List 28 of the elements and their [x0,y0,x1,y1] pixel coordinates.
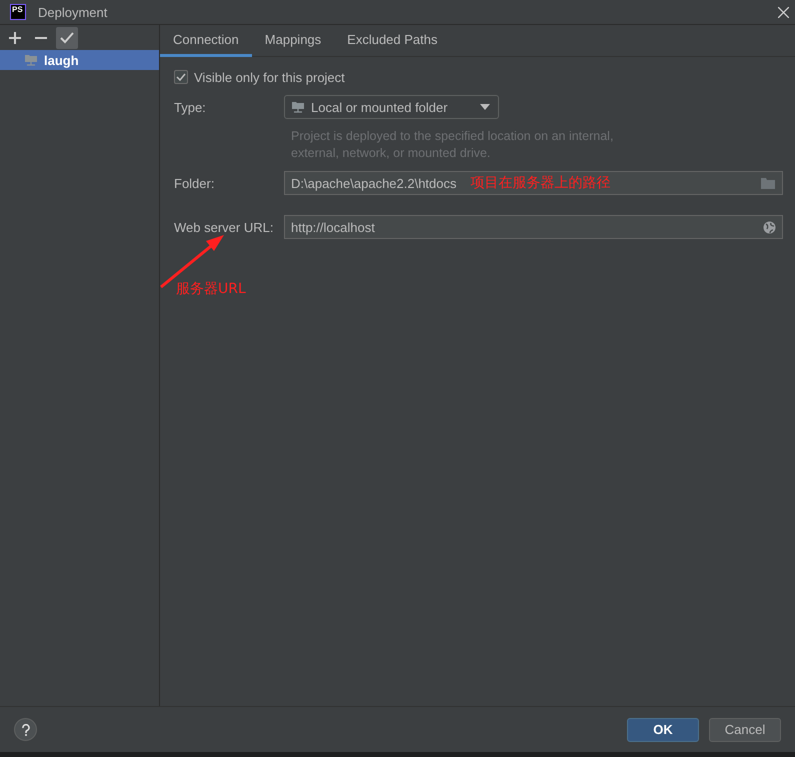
help-button[interactable] [14,718,37,741]
tree-item[interactable]: laugh [0,50,159,70]
add-icon [9,32,21,44]
app-logo: PS [10,4,26,20]
tab[interactable]: Mappings [252,25,334,57]
network-folder-icon [24,53,38,67]
type-dropdown[interactable]: Local or mounted folder [284,95,499,119]
annotation-text: 服务器URL [176,280,246,298]
field-label: Web server URL: [174,220,274,234]
cancel-button[interactable]: Cancel [709,718,781,742]
checkbox[interactable] [174,70,188,84]
help-icon [22,724,30,736]
field-label: Folder: [174,176,216,190]
ok-button[interactable]: OK [627,718,699,742]
folder-field[interactable]: D:\apache\apache2.2\htdocs 项目在服务器上的路径 [284,171,783,195]
check-button[interactable] [56,26,78,48]
caret-icon [480,104,490,110]
field-label: Type: [174,100,207,114]
check-icon [60,32,74,44]
window-title: Deployment [38,4,108,20]
globe-icon [763,220,776,234]
url-field[interactable]: http://localhost [284,215,783,239]
tab[interactable]: Connection [160,25,252,57]
network-folder-icon [291,100,305,114]
checkbox-label: Visible only for this project [194,70,345,84]
annotation-text: 项目在服务器上的路径 [470,174,611,192]
close-icon[interactable] [778,6,789,18]
tab[interactable]: Excluded Paths [334,25,450,57]
